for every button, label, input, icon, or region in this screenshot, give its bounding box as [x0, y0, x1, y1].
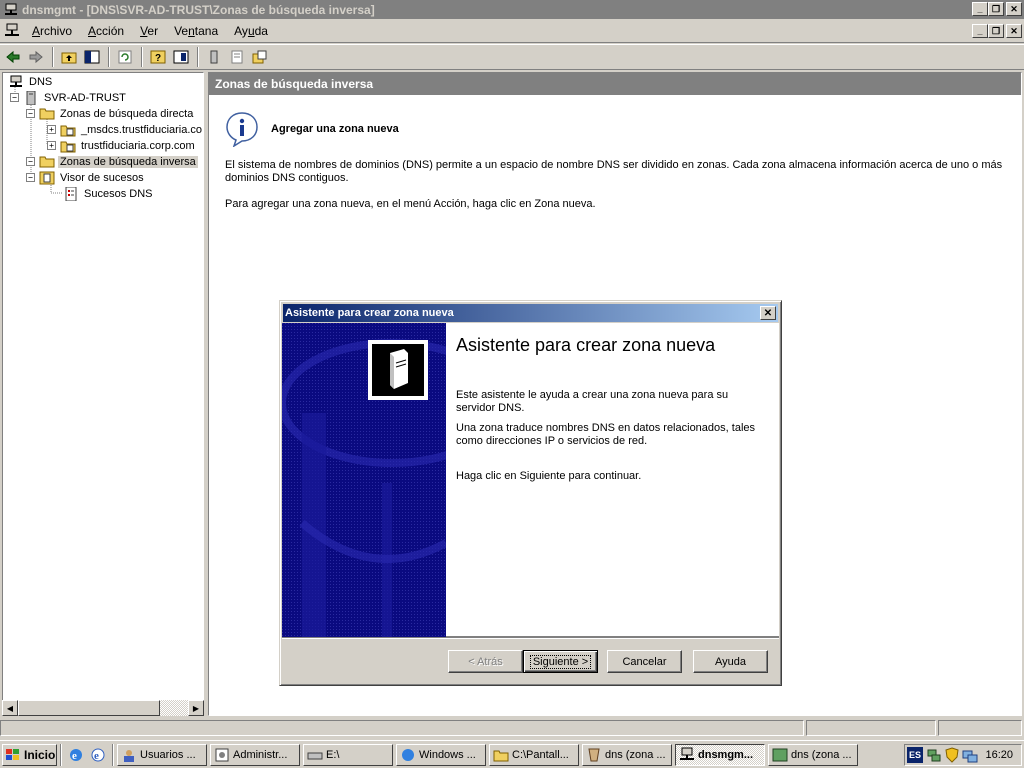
tree-node-forward-zones[interactable]: − Zonas de búsqueda directa: [26, 106, 195, 121]
expand-icon[interactable]: +: [47, 125, 56, 134]
up-folder-icon[interactable]: [58, 46, 80, 68]
tree-node-server[interactable]: − SVR-AD-TRUST: [10, 90, 128, 105]
task-dns-zona-2[interactable]: dns (zona ...: [768, 743, 858, 766]
refresh-icon[interactable]: [114, 46, 136, 68]
folder-icon: [39, 154, 55, 169]
taskbar: Inicio e e Usuarios ... Administr... E:\…: [0, 740, 1024, 768]
task-windows[interactable]: Windows ...: [396, 743, 486, 766]
menu-ventana[interactable]: Ventana: [166, 24, 226, 38]
wizard-content: Asistente para crear zona nueva Este asi…: [446, 323, 779, 637]
forward-arrow-icon[interactable]: [25, 46, 47, 68]
collapse-icon[interactable]: −: [26, 173, 35, 182]
menu-ayuda[interactable]: Ayuda: [226, 24, 276, 38]
mdi-close-button[interactable]: ✕: [1006, 24, 1022, 38]
dialog-close-button[interactable]: ✕: [760, 306, 776, 320]
svg-text:e: e: [94, 750, 99, 762]
log-icon: [63, 186, 79, 201]
task-administr[interactable]: Administr...: [210, 743, 300, 766]
tree-node-dns-events[interactable]: Sucesos DNS: [63, 186, 154, 201]
scroll-thumb[interactable]: [18, 700, 160, 716]
clock[interactable]: 16:20: [985, 749, 1013, 761]
tree-node-event-viewer[interactable]: − Visor de sucesos: [26, 170, 146, 185]
properties-icon[interactable]: [226, 46, 248, 68]
new-zone-wizard-dialog: Asistente para crear zona nueva ✕ Asiste…: [279, 300, 782, 686]
zone-icon: [60, 122, 76, 137]
collapse-icon[interactable]: −: [26, 157, 35, 166]
connection-icon[interactable]: [962, 747, 978, 763]
expand-icon[interactable]: +: [47, 141, 56, 150]
event-viewer-icon: [39, 170, 55, 185]
network-icon[interactable]: [926, 747, 942, 763]
close-button[interactable]: ✕: [1006, 2, 1022, 16]
toolbar: ?: [0, 44, 1024, 70]
details-header: Zonas de búsqueda inversa: [209, 73, 1021, 95]
tree-pane: DNS − SVR-AD-TRUST − Zonas de búsqueda d…: [2, 72, 204, 716]
cancel-button[interactable]: Cancelar: [607, 650, 682, 673]
language-indicator[interactable]: ES: [907, 747, 923, 763]
back-arrow-icon[interactable]: [2, 46, 24, 68]
wizard-text-intro: Este asistente le ayuda a crear una zona…: [456, 389, 729, 414]
scroll-right-icon[interactable]: ▶: [188, 700, 204, 716]
folder-icon: [39, 106, 55, 121]
task-pantallas[interactable]: C:\Pantall...: [489, 743, 579, 766]
info-instruction: Para agregar una zona nueva, en el menú …: [225, 198, 596, 210]
collapse-icon[interactable]: −: [26, 109, 35, 118]
task-dnsmgmt[interactable]: dnsmgm...: [675, 743, 765, 766]
wizard-text-zone: Una zona traduce nombres DNS en datos re…: [456, 422, 756, 447]
menu-accion[interactable]: Acción: [80, 24, 132, 38]
mdi-restore-button[interactable]: ❐: [988, 24, 1004, 38]
server-icon: [23, 90, 39, 105]
server-icon[interactable]: [203, 46, 225, 68]
task-e-drive[interactable]: E:\: [303, 743, 393, 766]
console-icon[interactable]: [170, 46, 192, 68]
system-tray: ES 16:20: [904, 744, 1022, 766]
collapse-icon[interactable]: −: [10, 93, 19, 102]
wizard-text-continue: Haga clic en Siguiente para continuar.: [456, 470, 642, 482]
menu-archivo[interactable]: Archivo: [24, 24, 80, 38]
menu-bar: Archivo Acción Ver Ventana Ayuda _ ❐ ✕: [0, 20, 1024, 43]
show-hide-tree-icon[interactable]: [81, 46, 103, 68]
help-icon[interactable]: ?: [147, 46, 169, 68]
status-bar: [0, 720, 1024, 738]
back-button[interactable]: < Atrás: [448, 650, 523, 673]
dialog-title: Asistente para crear zona nueva: [285, 307, 454, 319]
window-title: dnsmgmt - [DNS\SVR-AD-TRUST\Zonas de bús…: [22, 2, 375, 17]
svg-text:e: e: [72, 750, 77, 762]
tree-node-reverse-zones[interactable]: − Zonas de búsqueda inversa: [26, 154, 198, 169]
minimize-button[interactable]: _: [972, 2, 988, 16]
tree-node-dns[interactable]: DNS: [8, 74, 54, 89]
info-title: Agregar una zona nueva: [271, 123, 399, 135]
dialog-titlebar[interactable]: Asistente para crear zona nueva ✕: [283, 304, 778, 322]
wizard-banner: [282, 323, 446, 637]
tree-node-zone-corp[interactable]: + trustfiduciaria.corp.com: [47, 138, 197, 153]
info-icon: [225, 111, 259, 148]
tree-hscrollbar[interactable]: ◀ ▶: [2, 700, 204, 716]
windows-logo-icon: [5, 748, 21, 762]
new-zone-icon[interactable]: [249, 46, 271, 68]
server-box-icon: [390, 349, 408, 389]
mdi-child-icon[interactable]: [4, 23, 20, 39]
restore-button[interactable]: ❐: [988, 2, 1004, 16]
scroll-left-icon[interactable]: ◀: [2, 700, 18, 716]
svg-text:?: ?: [155, 53, 161, 64]
task-dns-zona-1[interactable]: dns (zona ...: [582, 743, 672, 766]
start-button[interactable]: Inicio: [2, 743, 57, 766]
task-usuarios[interactable]: Usuarios ...: [117, 743, 207, 766]
wizard-heading: Asistente para crear zona nueva: [456, 335, 716, 355]
security-shield-icon[interactable]: [944, 747, 960, 763]
tree-node-zone-msdcs[interactable]: + _msdcs.trustfiduciaria.co: [47, 122, 203, 137]
menu-ver[interactable]: Ver: [132, 24, 166, 38]
show-desktop-icon[interactable]: e: [89, 746, 107, 764]
next-button[interactable]: Siguiente >: [523, 650, 598, 673]
mdi-minimize-button[interactable]: _: [972, 24, 988, 38]
dns-icon: [8, 74, 24, 89]
zone-icon: [60, 138, 76, 153]
help-button[interactable]: Ayuda: [693, 650, 768, 673]
dns-app-icon: [3, 2, 19, 18]
window-titlebar: dnsmgmt - [DNS\SVR-AD-TRUST\Zonas de bús…: [0, 0, 1024, 19]
ie-icon[interactable]: e: [67, 746, 85, 764]
info-description: El sistema de nombres de dominios (DNS) …: [225, 159, 1003, 184]
